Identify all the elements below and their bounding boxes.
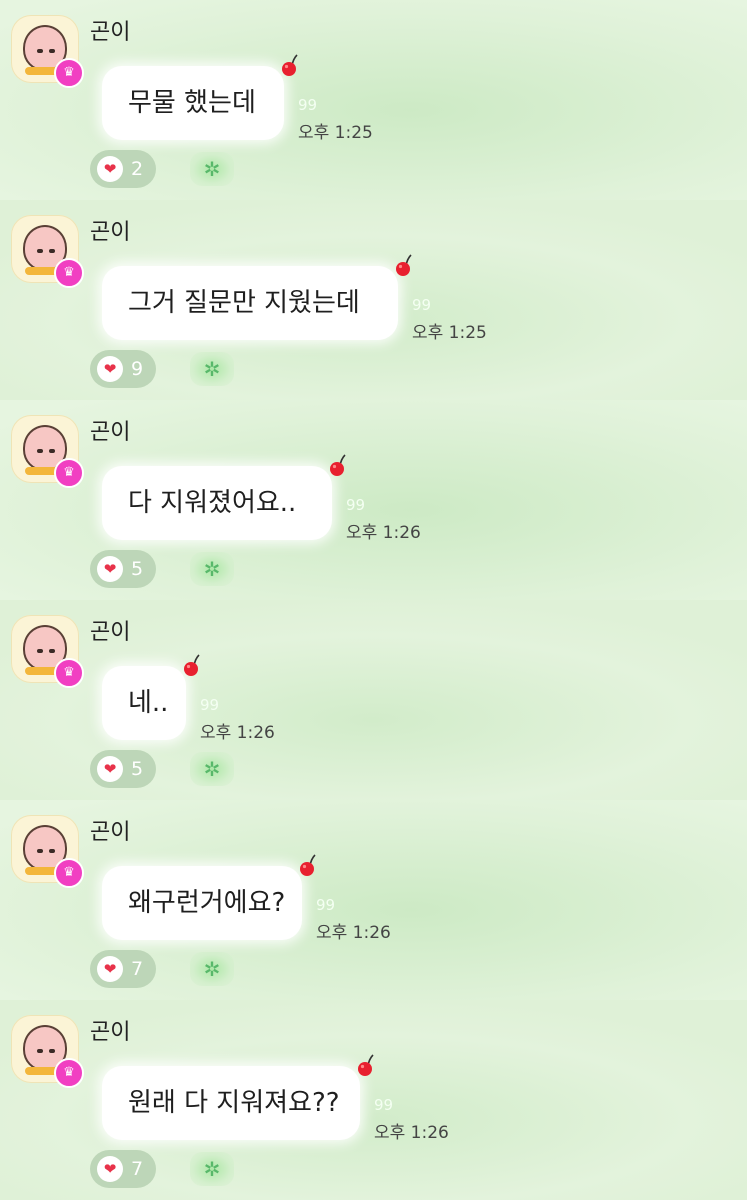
crown-icon: ♛ bbox=[54, 58, 84, 88]
sparkle-icon[interactable]: ✲ bbox=[190, 152, 234, 186]
message-bubble[interactable]: 그거 질문만 지웠는데 bbox=[102, 254, 412, 340]
avatar-eye bbox=[37, 1049, 43, 1053]
cherry-icon bbox=[184, 654, 200, 676]
like-button[interactable]: ❤ 5 bbox=[90, 750, 156, 788]
like-count: 5 bbox=[131, 758, 144, 780]
avatar-eye bbox=[49, 649, 55, 653]
message-time: 오후 1:25 bbox=[298, 123, 373, 143]
avatar-eye bbox=[37, 249, 43, 253]
cherry-icon bbox=[282, 54, 298, 76]
avatar-eye bbox=[49, 449, 55, 453]
chat-message: ♛ 곤이 무물 했는데 99 오후 1:25 ❤ 2 ✲ bbox=[0, 0, 747, 200]
read-count: 99 bbox=[200, 696, 220, 714]
crown-icon: ♛ bbox=[54, 1058, 84, 1088]
read-count: 99 bbox=[374, 1096, 394, 1114]
like-button[interactable]: ❤ 9 bbox=[90, 350, 156, 388]
message-text: 왜구런거에요? bbox=[128, 888, 286, 918]
crown-icon: ♛ bbox=[54, 658, 84, 688]
crown-icon: ♛ bbox=[54, 458, 84, 488]
sparkle-icon[interactable]: ✲ bbox=[190, 1152, 234, 1186]
avatar-eye bbox=[49, 249, 55, 253]
avatar-eye bbox=[49, 49, 55, 53]
author-name[interactable]: 곤이 bbox=[90, 14, 130, 46]
message-bubble[interactable]: 무물 했는데 bbox=[102, 54, 298, 140]
read-count: 99 bbox=[346, 496, 366, 514]
like-button[interactable]: ❤ 7 bbox=[90, 1150, 156, 1188]
author-name[interactable]: 곤이 bbox=[90, 1014, 130, 1046]
like-button[interactable]: ❤ 2 bbox=[90, 150, 156, 188]
author-name[interactable]: 곤이 bbox=[90, 814, 130, 846]
like-count: 7 bbox=[131, 958, 144, 980]
cherry-icon bbox=[358, 1054, 374, 1076]
avatar-eye bbox=[37, 649, 43, 653]
like-count: 9 bbox=[131, 358, 144, 380]
sparkle-icon[interactable]: ✲ bbox=[190, 952, 234, 986]
message-text: 네.. bbox=[128, 688, 169, 718]
message-time: 오후 1:26 bbox=[346, 523, 421, 543]
like-count: 2 bbox=[131, 158, 144, 180]
chat-message: ♛ 곤이 원래 다 지워져요?? 99 오후 1:26 ❤ 7 ✲ bbox=[0, 1000, 747, 1200]
chat-message: ♛ 곤이 다 지워졌어요.. 99 오후 1:26 ❤ 5 ✲ bbox=[0, 400, 747, 600]
author-name[interactable]: 곤이 bbox=[90, 214, 130, 246]
read-count: 99 bbox=[316, 896, 336, 914]
heart-icon: ❤ bbox=[97, 356, 123, 382]
heart-icon: ❤ bbox=[97, 756, 123, 782]
cherry-icon bbox=[300, 854, 316, 876]
cherry-icon bbox=[396, 254, 412, 276]
read-count: 99 bbox=[298, 96, 318, 114]
like-button[interactable]: ❤ 7 bbox=[90, 950, 156, 988]
avatar-eye bbox=[37, 49, 43, 53]
like-count: 7 bbox=[131, 1158, 144, 1180]
message-time: 오후 1:25 bbox=[412, 323, 487, 343]
message-time: 오후 1:26 bbox=[316, 923, 391, 943]
heart-icon: ❤ bbox=[97, 956, 123, 982]
chat-message: ♛ 곤이 왜구런거에요? 99 오후 1:26 ❤ 7 ✲ bbox=[0, 800, 747, 1000]
avatar-eye bbox=[49, 1049, 55, 1053]
read-count: 99 bbox=[412, 296, 432, 314]
message-bubble[interactable]: 원래 다 지워져요?? bbox=[102, 1054, 374, 1140]
sparkle-icon[interactable]: ✲ bbox=[190, 552, 234, 586]
message-text: 다 지워졌어요.. bbox=[128, 488, 297, 518]
avatar-eye bbox=[49, 849, 55, 853]
heart-icon: ❤ bbox=[97, 556, 123, 582]
message-text: 그거 질문만 지웠는데 bbox=[128, 288, 360, 318]
like-count: 5 bbox=[131, 558, 144, 580]
avatar-eye bbox=[37, 849, 43, 853]
cherry-icon bbox=[330, 454, 346, 476]
message-bubble[interactable]: 네.. bbox=[102, 654, 200, 740]
crown-icon: ♛ bbox=[54, 858, 84, 888]
message-text: 원래 다 지워져요?? bbox=[128, 1088, 340, 1118]
message-text: 무물 했는데 bbox=[128, 88, 256, 118]
avatar-eye bbox=[37, 449, 43, 453]
sparkle-icon[interactable]: ✲ bbox=[190, 352, 234, 386]
like-button[interactable]: ❤ 5 bbox=[90, 550, 156, 588]
heart-icon: ❤ bbox=[97, 1156, 123, 1182]
sparkle-icon[interactable]: ✲ bbox=[190, 752, 234, 786]
message-time: 오후 1:26 bbox=[374, 1123, 449, 1143]
chat-message: ♛ 곤이 네.. 99 오후 1:26 ❤ 5 ✲ bbox=[0, 600, 747, 800]
chat-message: ♛ 곤이 그거 질문만 지웠는데 99 오후 1:25 ❤ 9 ✲ bbox=[0, 200, 747, 400]
message-time: 오후 1:26 bbox=[200, 723, 275, 743]
heart-icon: ❤ bbox=[97, 156, 123, 182]
author-name[interactable]: 곤이 bbox=[90, 414, 130, 446]
crown-icon: ♛ bbox=[54, 258, 84, 288]
author-name[interactable]: 곤이 bbox=[90, 614, 130, 646]
message-bubble[interactable]: 다 지워졌어요.. bbox=[102, 454, 346, 540]
message-bubble[interactable]: 왜구런거에요? bbox=[102, 854, 316, 940]
